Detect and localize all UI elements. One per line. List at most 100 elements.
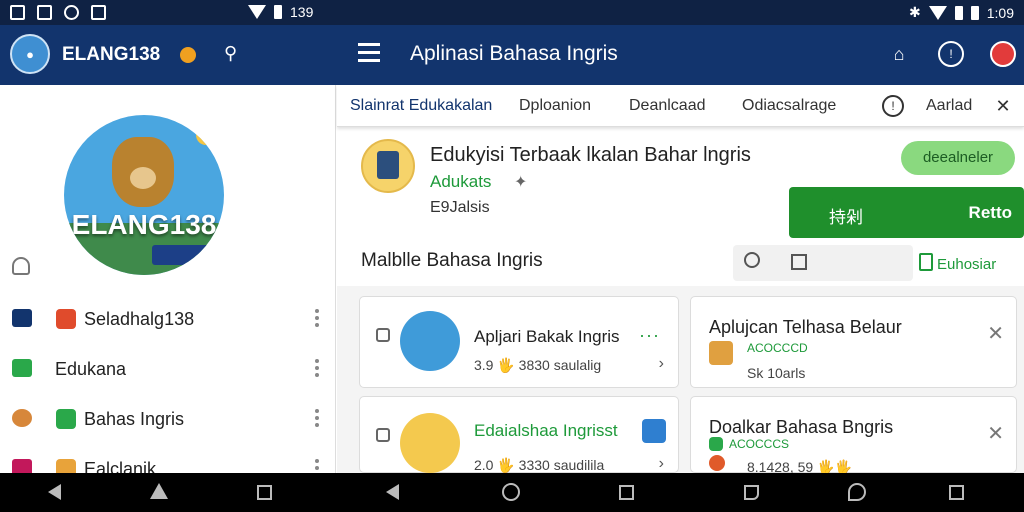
wifi-icon xyxy=(248,5,266,19)
avatar-text: ELANG138 xyxy=(71,209,217,240)
more-icon[interactable] xyxy=(315,359,319,380)
scan-icon[interactable] xyxy=(791,254,807,270)
puzzle-icon: ✦ xyxy=(514,174,528,191)
sun-icon xyxy=(196,125,216,145)
install-left-label: 持剁 xyxy=(829,208,863,227)
more-icon[interactable]: ··· xyxy=(639,325,660,346)
more-icon[interactable] xyxy=(315,409,319,430)
back-icon[interactable] xyxy=(48,484,61,500)
home-icon[interactable] xyxy=(150,483,168,499)
back-icon[interactable] xyxy=(386,484,399,500)
close-icon[interactable]: ✕ xyxy=(987,421,1004,446)
tab-aarlad[interactable]: Aarlad xyxy=(926,97,972,115)
more-icon[interactable] xyxy=(315,309,319,330)
chevron-right-icon[interactable]: › xyxy=(659,455,664,473)
drawer-item-bahas-ingris[interactable]: Bahas Ingris xyxy=(0,399,336,439)
card-title: Edaialshaa Ingrisst xyxy=(474,421,618,440)
recents-icon[interactable] xyxy=(257,485,272,500)
alert-icon xyxy=(709,455,725,471)
pill-button[interactable]: deealneler xyxy=(901,141,1015,175)
list-item[interactable]: Aplujcan Telhasa Belaur ACOCCCD Sk 10arl… xyxy=(690,296,1017,388)
install-button[interactable]: 持剁 Retto xyxy=(789,187,1024,238)
status-dot-icon xyxy=(180,47,196,63)
status-bar: 139 ✱ 1:09 xyxy=(0,0,1024,25)
info-icon[interactable]: ! xyxy=(938,41,964,67)
notification-icon xyxy=(37,5,52,20)
notification-icon xyxy=(64,5,79,20)
timer-icon[interactable]: ! xyxy=(882,95,904,117)
app-list: Apljari Bakak Ingris ··· 3.9 🖐 3830 saul… xyxy=(337,286,1024,475)
teacher-avatar-icon xyxy=(400,413,460,473)
recents-icon[interactable] xyxy=(619,485,634,500)
list-item[interactable]: Apljari Bakak Ingris ··· 3.9 🖐 3830 saul… xyxy=(359,296,679,388)
drawer-item-label: Edukana xyxy=(55,359,127,379)
card-subtitle: ACOCCCS xyxy=(729,437,790,451)
battery-icon xyxy=(274,5,282,19)
briefcase-icon xyxy=(12,309,32,327)
tab-dploanion[interactable]: Dploanion xyxy=(519,97,591,115)
navigation-drawer: ELANG138 Seladhalg138 Edukana Bahas Ingr… xyxy=(0,85,336,479)
home-icon[interactable]: ⌂ xyxy=(886,41,912,67)
search-icon[interactable]: ⚲ xyxy=(224,43,237,64)
recents-icon[interactable] xyxy=(949,485,964,500)
card-title: Apljari Bakak Ingris xyxy=(474,327,620,346)
close-icon[interactable]: ✕ xyxy=(992,95,1014,117)
drawer-item-label: Seladhalg138 xyxy=(84,309,195,329)
active-tab-indicator xyxy=(345,38,483,41)
app-name: ELANG138 xyxy=(62,44,161,65)
close-icon[interactable]: ✕ xyxy=(987,321,1004,346)
page-title: Aplinasi Bahasa Ingris xyxy=(410,42,618,65)
list-item[interactable]: Edaialshaa Ingrisst 2.0 🖐 3330 saudilila… xyxy=(359,396,679,473)
status-time: 139 xyxy=(290,4,314,20)
section-title: Malblle Bahasa Ingris xyxy=(361,250,543,271)
person-icon[interactable] xyxy=(12,257,30,275)
tab-deanlcaad[interactable]: Deanlcaad xyxy=(629,97,706,115)
wifi-icon xyxy=(928,5,947,20)
card-subtitle: ACOCCCD xyxy=(747,341,808,355)
notification-icon xyxy=(91,5,106,20)
card-meta: Sk 10arls xyxy=(747,365,806,381)
search-icon xyxy=(744,252,760,268)
tab-edukakalan[interactable]: Slainrat Edukakalan xyxy=(350,97,492,115)
tab-bar: Slainrat Edukakalan Dploanion Deanlcaad … xyxy=(337,85,1024,127)
app-bar: ● ELANG138 ⚲ Aplinasi Bahasa Ingris ⌂ ! xyxy=(0,25,1024,85)
profile-avatar: ELANG138 xyxy=(64,115,224,275)
drawer-item-label: Bahas Ingris xyxy=(84,409,185,429)
settings-icon[interactable] xyxy=(990,41,1016,67)
card-title: Doalkar Bahasa Bngris xyxy=(709,417,894,437)
card-meta: 2.0 🖐 3330 saudilila xyxy=(474,457,605,473)
card-meta: 3.9 🖐 3830 saulalig xyxy=(474,357,602,373)
checkbox[interactable] xyxy=(376,428,390,442)
card-title: Aplujcan Telhasa Belaur xyxy=(709,317,902,337)
people-icon xyxy=(709,437,723,451)
mail-icon xyxy=(56,409,76,429)
list-item[interactable]: Doalkar Bahasa Bngris ACOCCCS 8.1428, 59… xyxy=(690,396,1017,475)
person-icon xyxy=(12,409,32,427)
battery-icon xyxy=(954,5,963,20)
tab-odiacsalrage[interactable]: Odiacsalrage xyxy=(742,97,836,115)
notification-icon xyxy=(10,5,25,20)
app-icon xyxy=(361,139,415,193)
install-right-label: Retto xyxy=(968,203,1012,222)
drawer-item-seladhalg[interactable]: Seladhalg138 xyxy=(0,299,336,339)
publisher-link[interactable]: Adukats xyxy=(430,172,491,192)
bear-avatar-icon xyxy=(400,311,460,371)
battery-icon xyxy=(970,5,979,20)
runner-icon[interactable] xyxy=(642,419,666,443)
search-box[interactable] xyxy=(733,245,913,281)
home-icon[interactable] xyxy=(502,483,520,501)
drawer-item-edukana[interactable]: Edukana xyxy=(0,349,336,389)
checkbox[interactable] xyxy=(376,328,390,342)
bag-icon xyxy=(709,341,733,365)
shield-icon xyxy=(56,309,76,329)
screenshot-icon[interactable] xyxy=(744,485,759,500)
assistant-icon[interactable] xyxy=(848,483,866,501)
chevron-right-icon[interactable]: › xyxy=(659,355,664,373)
bluetooth-icon: ✱ xyxy=(909,4,921,20)
rating-text: E9Jalsis xyxy=(430,199,490,216)
keyboard-icon xyxy=(152,245,220,265)
status-time: 1:09 xyxy=(986,4,1014,21)
filter-button[interactable]: Euhosiar xyxy=(919,253,996,273)
menu-icon[interactable] xyxy=(358,43,380,67)
system-nav-bar xyxy=(0,473,1024,512)
